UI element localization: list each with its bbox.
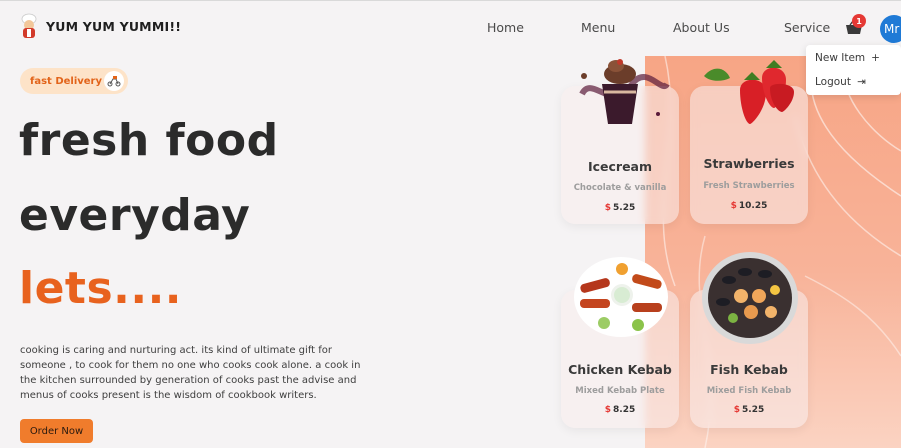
headline-line-1: fresh food xyxy=(19,115,279,166)
price-value: 5.25 xyxy=(742,405,765,415)
card-title: Fish Kebab xyxy=(710,362,788,377)
currency-symbol: $ xyxy=(733,405,741,415)
nav-menu[interactable]: Menu xyxy=(581,20,615,35)
card-subtitle: Mixed Kebab Plate xyxy=(575,386,665,396)
brand-logo[interactable]: YUM YUM YUMMI!! xyxy=(18,13,181,39)
cart-count-badge: 1 xyxy=(852,14,866,28)
user-avatar[interactable]: Mr xyxy=(880,15,901,43)
card-price: $8.25 xyxy=(561,405,679,415)
menu-item-label: Logout xyxy=(815,76,851,88)
currency-symbol: $ xyxy=(604,405,612,415)
card-price: $5.25 xyxy=(561,203,679,213)
card-subtitle: Fresh Strawberries xyxy=(703,181,795,191)
card-title: Chicken Kebab xyxy=(568,362,672,377)
plus-icon: + xyxy=(871,52,880,64)
menu-item-label: New Item xyxy=(815,52,866,64)
user-dropdown-menu: New Item + Logout ⇥ xyxy=(806,45,901,95)
card-title: Strawberries xyxy=(703,156,795,171)
headline-line-2: everyday xyxy=(19,190,251,241)
currency-symbol: $ xyxy=(604,203,612,213)
nav-home[interactable]: Home xyxy=(487,20,524,35)
card-price: $5.25 xyxy=(690,405,808,415)
card-subtitle: Mixed Fish Kebab xyxy=(706,386,792,396)
price-value: 8.25 xyxy=(613,405,636,415)
chicken-kebab-image xyxy=(574,257,668,337)
badge-label: fast Delivery xyxy=(30,75,103,87)
brand-name: YUM YUM YUMMI!! xyxy=(46,18,182,34)
menu-item-logout[interactable]: Logout ⇥ xyxy=(815,76,866,88)
card-subtitle: Chocolate & vanilla xyxy=(573,183,667,193)
top-navbar: YUM YUM YUMMI!! Home Menu About Us Servi… xyxy=(0,0,901,56)
strawberries-image xyxy=(704,60,794,124)
fish-kebab-image xyxy=(702,252,798,344)
delivery-scooter-icon xyxy=(104,71,124,91)
price-value: 10.25 xyxy=(738,201,768,211)
icecream-image xyxy=(579,59,670,124)
headline-line-3: lets.... xyxy=(19,263,183,314)
nav-service[interactable]: Service xyxy=(784,20,830,35)
chef-logo-icon xyxy=(21,13,37,38)
hero-description: cooking is caring and nurturing act. its… xyxy=(20,345,361,401)
fast-delivery-badge: fast Delivery xyxy=(20,68,128,94)
order-now-button[interactable]: Order Now xyxy=(20,419,93,443)
logout-icon: ⇥ xyxy=(856,76,866,88)
nav-about-us[interactable]: About Us xyxy=(673,20,730,35)
currency-symbol: $ xyxy=(730,201,737,211)
menu-item-new-item[interactable]: New Item + xyxy=(815,52,880,64)
card-price: $10.25 xyxy=(690,201,808,211)
card-title: Icecream xyxy=(587,159,653,174)
price-value: 5.25 xyxy=(613,203,636,213)
